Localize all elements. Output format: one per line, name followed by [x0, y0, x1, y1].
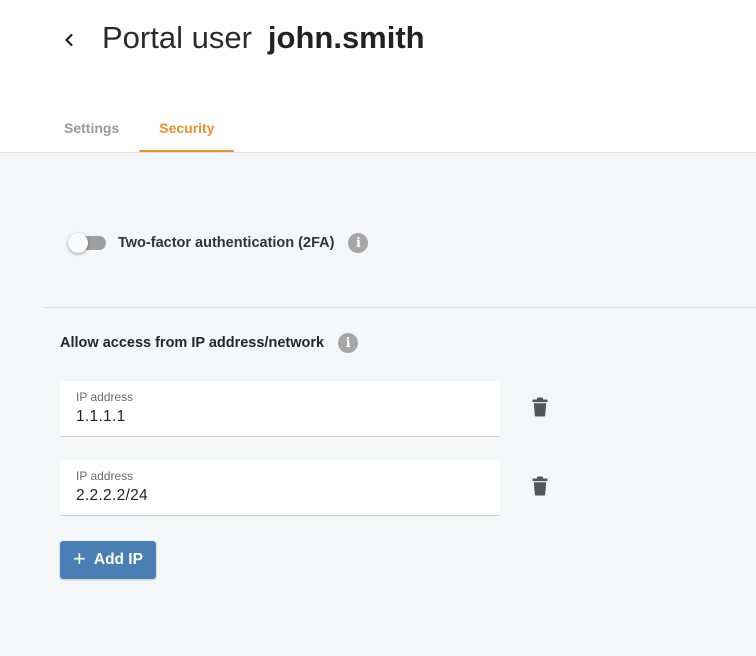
- tab-bar: Settings Security: [44, 104, 235, 153]
- ip-address-field-value[interactable]: 2.2.2.2/24: [76, 487, 484, 505]
- info-icon[interactable]: i: [348, 233, 369, 253]
- tab-settings[interactable]: Settings: [44, 104, 139, 152]
- delete-ip-button[interactable]: [526, 393, 554, 421]
- ip-address-field-label: IP address: [76, 390, 134, 404]
- toggle-thumb: [68, 233, 88, 253]
- ip-address-field[interactable]: IP address 1.1.1.1: [60, 381, 500, 437]
- add-ip-button[interactable]: + Add IP: [60, 541, 156, 579]
- page-title-prefix: Portal user: [102, 20, 252, 55]
- two-factor-label: Two-factor authentication (2FA): [118, 235, 335, 251]
- two-factor-row: Two-factor authentication (2FA) i: [68, 231, 369, 255]
- back-button[interactable]: [56, 26, 82, 54]
- section-divider: [44, 307, 756, 308]
- ip-address-field-label: IP address: [76, 469, 134, 483]
- ip-address-field-value[interactable]: 1.1.1.1: [76, 408, 484, 426]
- security-panel: Two-factor authentication (2FA) i Allow …: [0, 153, 756, 656]
- page-title: Portal user john.smith: [102, 20, 425, 62]
- chevron-left-icon: [65, 33, 73, 47]
- page-title-username: john.smith: [267, 20, 425, 55]
- ip-address-field[interactable]: IP address 2.2.2.2/24: [60, 460, 500, 516]
- trash-icon: [532, 476, 548, 496]
- two-factor-toggle[interactable]: [68, 233, 106, 253]
- ip-access-heading: Allow access from IP address/network i: [60, 331, 359, 355]
- info-icon[interactable]: i: [338, 333, 359, 353]
- trash-icon: [532, 397, 548, 417]
- tab-security[interactable]: Security: [139, 104, 235, 153]
- delete-ip-button[interactable]: [526, 472, 554, 500]
- add-ip-button-label: Add IP: [93, 551, 143, 568]
- ip-access-heading-label: Allow access from IP address/network: [60, 335, 325, 351]
- plus-icon: +: [73, 546, 86, 571]
- page-header: Portal user john.smith Settings Security: [0, 0, 756, 153]
